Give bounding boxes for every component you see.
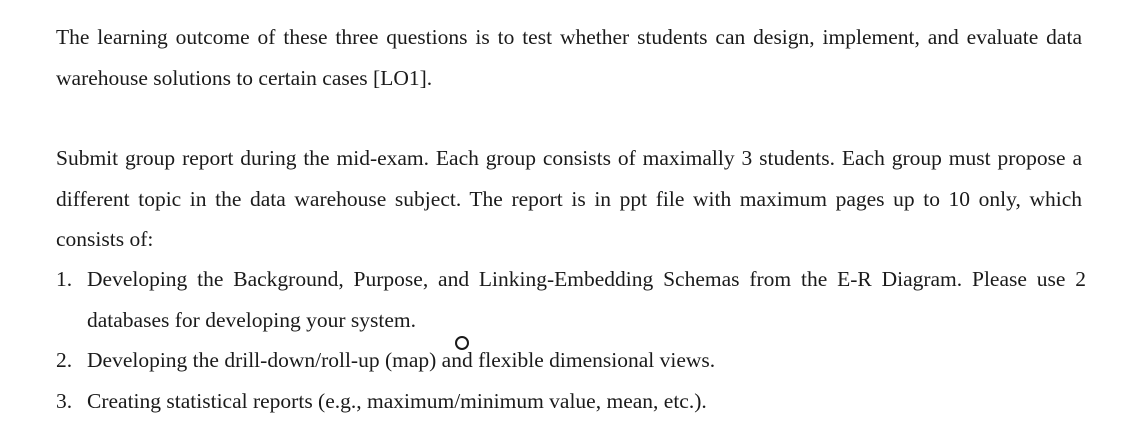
learning-outcome-paragraph: The learning outcome of these three ques… xyxy=(56,25,1082,90)
list-item-text: Creating statistical reports (e.g., maxi… xyxy=(87,388,707,413)
requirements-list: 1. Developing the Background, Purpose, a… xyxy=(56,259,1086,421)
list-item-number: 2. xyxy=(56,348,73,372)
list-item-number: 1. xyxy=(56,267,73,291)
list-item: 3. Creating statistical reports (e.g., m… xyxy=(56,381,1086,422)
submission-instructions-paragraph: Submit group report during the mid-exam.… xyxy=(56,146,1082,251)
list-item-number: 3. xyxy=(56,388,73,413)
list-item: 1. Developing the Background, Purpose, a… xyxy=(56,259,1086,340)
list-item: 2. Developing the drill-down/roll-up (ma… xyxy=(56,340,1086,381)
list-item-text: Developing the drill-down/roll-up (map) … xyxy=(87,348,716,372)
list-item-text: Developing the Background, Purpose, and … xyxy=(87,267,1086,332)
circle-cursor-icon xyxy=(455,336,469,350)
